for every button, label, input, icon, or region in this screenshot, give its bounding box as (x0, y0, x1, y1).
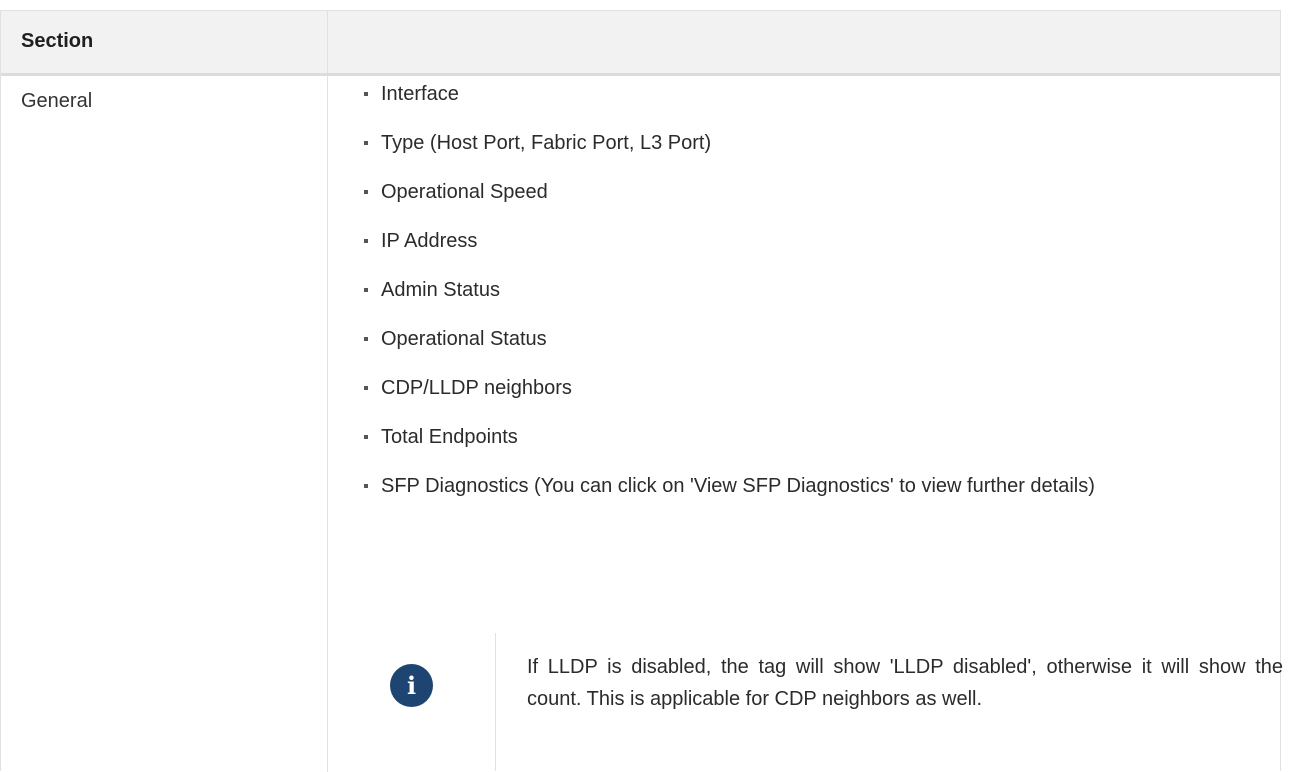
list-item-text: Interface (381, 83, 459, 105)
bullet-icon (364, 141, 368, 145)
bullet-icon (364, 484, 368, 488)
list-item-text: Operational Speed (381, 181, 548, 203)
list-item: Type (Host Port, Fabric Port, L3 Port) (364, 127, 1260, 159)
list-item: Admin Status (364, 274, 1260, 306)
list-item-text: Type (Host Port, Fabric Port, L3 Port) (381, 132, 712, 154)
list-item: Interface (364, 78, 1260, 110)
list-item-text: CDP/LLDP neighbors (381, 377, 572, 399)
header-section-label: Section (21, 30, 94, 52)
table-header-row: Section (1, 11, 1280, 76)
info-note: i If LLDP is disabled, the tag will show… (370, 633, 1283, 771)
bullet-icon (364, 239, 368, 243)
list-item: Total Endpoints (364, 421, 1260, 453)
section-cell: General (1, 76, 328, 772)
list-item: Operational Speed (364, 176, 1260, 208)
list-item: SFP Diagnostics (You can click on 'View … (364, 470, 1260, 502)
bullet-icon (364, 190, 368, 194)
list-item: CDP/LLDP neighbors (364, 372, 1260, 404)
header-cell-section: Section (1, 11, 328, 73)
info-icon: i (390, 664, 433, 707)
bullet-icon (364, 435, 368, 439)
list-item-text: Operational Status (381, 328, 547, 350)
bullet-icon (364, 288, 368, 292)
list-item-text: Admin Status (381, 279, 500, 301)
list-item-text: SFP Diagnostics (You can click on 'View … (381, 475, 1095, 497)
note-text: If LLDP is disabled, the tag will show '… (527, 656, 1283, 710)
bullet-icon (364, 92, 368, 96)
bullet-icon (364, 386, 368, 390)
list-item-text: IP Address (381, 230, 478, 252)
detail-list: Interface Type (Host Port, Fabric Port, … (364, 78, 1260, 519)
note-divider (495, 633, 496, 771)
list-item: Operational Status (364, 323, 1260, 355)
list-item-text: Total Endpoints (381, 426, 518, 448)
list-item: IP Address (364, 225, 1260, 257)
section-name: General (21, 90, 93, 112)
bullet-icon (364, 337, 368, 341)
